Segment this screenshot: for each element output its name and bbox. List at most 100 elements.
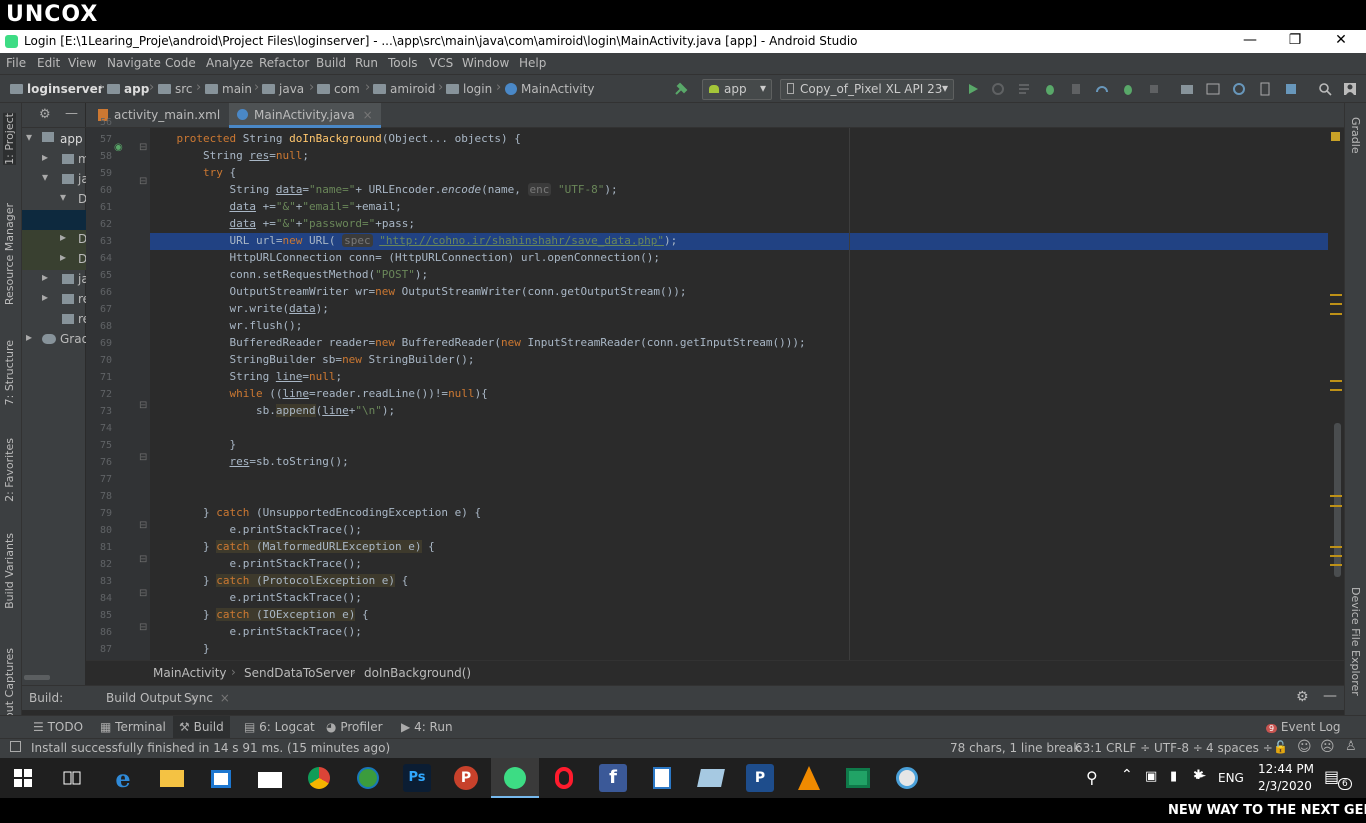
- code-line[interactable]: URL url=new URL( spec "http://cohno.ir/s…: [150, 233, 1344, 250]
- code-line[interactable]: }: [150, 437, 1344, 454]
- code-line[interactable]: } catch (IOException e) {: [150, 607, 1344, 624]
- hammer-icon[interactable]: [674, 82, 688, 96]
- menu-analyze[interactable]: Analyze: [206, 56, 253, 70]
- fold-icon[interactable]: ⊟: [139, 400, 147, 411]
- edge-icon[interactable]: e: [109, 764, 137, 793]
- code-line[interactable]: res=sb.toString();: [150, 454, 1344, 471]
- crumb-mainactivity[interactable]: MainActivity: [505, 82, 595, 96]
- crumb-com[interactable]: com: [317, 82, 360, 96]
- volume-icon[interactable]: ►: [1196, 768, 1206, 783]
- code-line[interactable]: String data="name="+ URLEncoder.encode(n…: [150, 182, 1344, 199]
- tab-resource-manager[interactable]: Resource Manager: [3, 203, 16, 305]
- frown-icon[interactable]: ☹: [1320, 739, 1335, 755]
- code-editor[interactable]: @Override protected String doInBackgroun…: [150, 128, 1344, 660]
- opera-icon[interactable]: [550, 764, 578, 792]
- debug-icon[interactable]: [1043, 82, 1057, 96]
- code-line[interactable]: e.printStackTrace();: [150, 556, 1344, 573]
- tree-node[interactable]: ▸ m: [22, 150, 86, 170]
- code-line[interactable]: StringBuilder sb=new StringBuilder();: [150, 352, 1344, 369]
- photoshop-icon[interactable]: Ps: [403, 764, 431, 792]
- tab-build-variants[interactable]: Build Variants: [3, 533, 16, 609]
- code-line[interactable]: } catch (MalformedURLException e) {: [150, 539, 1344, 556]
- tab-todo[interactable]: ☰ TODO: [33, 720, 83, 734]
- code-line[interactable]: sb.append(line+"\n");: [150, 403, 1344, 420]
- device-select[interactable]: Copy_of_Pixel XL API 23 ▾: [780, 79, 954, 100]
- code-line[interactable]: }: [150, 641, 1344, 658]
- menu-window[interactable]: Window: [462, 56, 509, 70]
- photos-icon[interactable]: [648, 764, 676, 792]
- event-log-tab[interactable]: 9 Event Log: [1266, 720, 1341, 734]
- code-line[interactable]: try {: [150, 165, 1344, 182]
- code-line[interactable]: wr.write(data);: [150, 301, 1344, 318]
- search-icon[interactable]: [1318, 82, 1332, 96]
- menu-help[interactable]: Help: [519, 56, 546, 70]
- code-line[interactable]: OutputStreamWriter wr=new OutputStreamWr…: [150, 284, 1344, 301]
- attach-debugger-icon[interactable]: [1121, 82, 1135, 96]
- tree-node[interactable]: ▸ ja: [22, 270, 86, 290]
- menu-code[interactable]: Code: [165, 56, 196, 70]
- run-icon[interactable]: [966, 82, 980, 96]
- tree-node-selected[interactable]: [22, 210, 86, 230]
- sync-gradle-icon[interactable]: [1232, 82, 1246, 96]
- menu-vcs[interactable]: VCS: [429, 56, 453, 70]
- code-line[interactable]: while ((line=reader.readLine())!=null){: [150, 386, 1344, 403]
- apply-changes-icon[interactable]: [1017, 82, 1031, 96]
- tab-favorites[interactable]: 2: Favorites: [3, 438, 16, 502]
- code-line[interactable]: conn.setRequestMethod("POST");: [150, 267, 1344, 284]
- facebook-icon[interactable]: f: [599, 764, 627, 792]
- status-encoding[interactable]: UTF-8 ÷: [1154, 741, 1203, 755]
- crumb-amiroid[interactable]: amiroid: [373, 82, 435, 96]
- layout-icon[interactable]: [1206, 82, 1220, 96]
- close-icon[interactable]: ×: [220, 691, 230, 705]
- scroll-thumb[interactable]: [1334, 423, 1341, 577]
- status-chars[interactable]: 78 chars, 1 line break: [950, 741, 1080, 755]
- menu-refactor[interactable]: Refactor: [259, 56, 309, 70]
- tab-sync[interactable]: Sync ×: [184, 691, 230, 705]
- fold-icon[interactable]: ⊟: [139, 142, 147, 153]
- tree-node[interactable]: ▸ D: [22, 230, 86, 250]
- smile-icon[interactable]: ☺: [1297, 739, 1312, 755]
- lock-icon[interactable]: 🔓: [1273, 740, 1288, 754]
- code-line[interactable]: String line=null;: [150, 369, 1344, 386]
- close-icon[interactable]: ×: [363, 108, 373, 122]
- code-line[interactable]: protected String doInBackground(Object..…: [150, 131, 1344, 148]
- publisher-icon[interactable]: P: [746, 764, 774, 792]
- code-line[interactable]: wr.flush();: [150, 318, 1344, 335]
- code-line[interactable]: e.printStackTrace();: [150, 590, 1344, 607]
- notifications-icon[interactable]: ▤: [1324, 767, 1339, 786]
- status-panel-icon[interactable]: [10, 741, 21, 752]
- tab-build[interactable]: ⚒ Build: [173, 716, 230, 738]
- crumb-java[interactable]: java: [262, 82, 304, 96]
- menu-file[interactable]: File: [6, 56, 26, 70]
- sheets-app-icon[interactable]: [844, 764, 872, 792]
- fold-icon[interactable]: ⊟: [139, 520, 147, 531]
- android-studio-icon[interactable]: [501, 764, 529, 792]
- chrome-icon[interactable]: [305, 764, 333, 792]
- status-line-separator[interactable]: CRLF ÷: [1106, 741, 1150, 755]
- clock-date[interactable]: 2/3/2020: [1258, 779, 1312, 793]
- tree-node[interactable]: ▸ Grad: [22, 330, 86, 350]
- tab-structure[interactable]: 7: Structure: [3, 340, 16, 405]
- battery-icon[interactable]: ▮: [1170, 769, 1177, 784]
- stop-icon[interactable]: [1147, 82, 1161, 96]
- status-message[interactable]: Install successfully finished in 14 s 91…: [31, 741, 390, 755]
- task-view-icon[interactable]: [63, 769, 81, 787]
- fold-icon[interactable]: ⊟: [139, 588, 147, 599]
- user-icon[interactable]: [1343, 82, 1357, 96]
- code-line[interactable]: [150, 471, 1344, 488]
- tree-node[interactable]: ▾ ja: [22, 170, 86, 190]
- restore-button[interactable]: ❐: [1285, 32, 1305, 50]
- tab-logcat[interactable]: ▤ 6: Logcat: [244, 720, 315, 734]
- breadcrumb-inner-class[interactable]: SendDataToServer: [244, 666, 355, 680]
- profile-icon[interactable]: [1069, 82, 1083, 96]
- breadcrumb-method[interactable]: doInBackground(): [364, 666, 471, 680]
- tab-activity-main-xml[interactable]: activity_main.xml ×: [90, 103, 246, 128]
- menu-edit[interactable]: Edit: [37, 56, 60, 70]
- fold-icon[interactable]: ⊟: [139, 622, 147, 633]
- code-line[interactable]: HttpURLConnection conn= (HttpURLConnecti…: [150, 250, 1344, 267]
- menu-build[interactable]: Build: [316, 56, 346, 70]
- crumb-app[interactable]: app: [107, 82, 149, 96]
- menu-tools[interactable]: Tools: [388, 56, 418, 70]
- avd-manager-icon[interactable]: [1258, 82, 1272, 96]
- tree-node[interactable]: ▸ D: [22, 250, 86, 270]
